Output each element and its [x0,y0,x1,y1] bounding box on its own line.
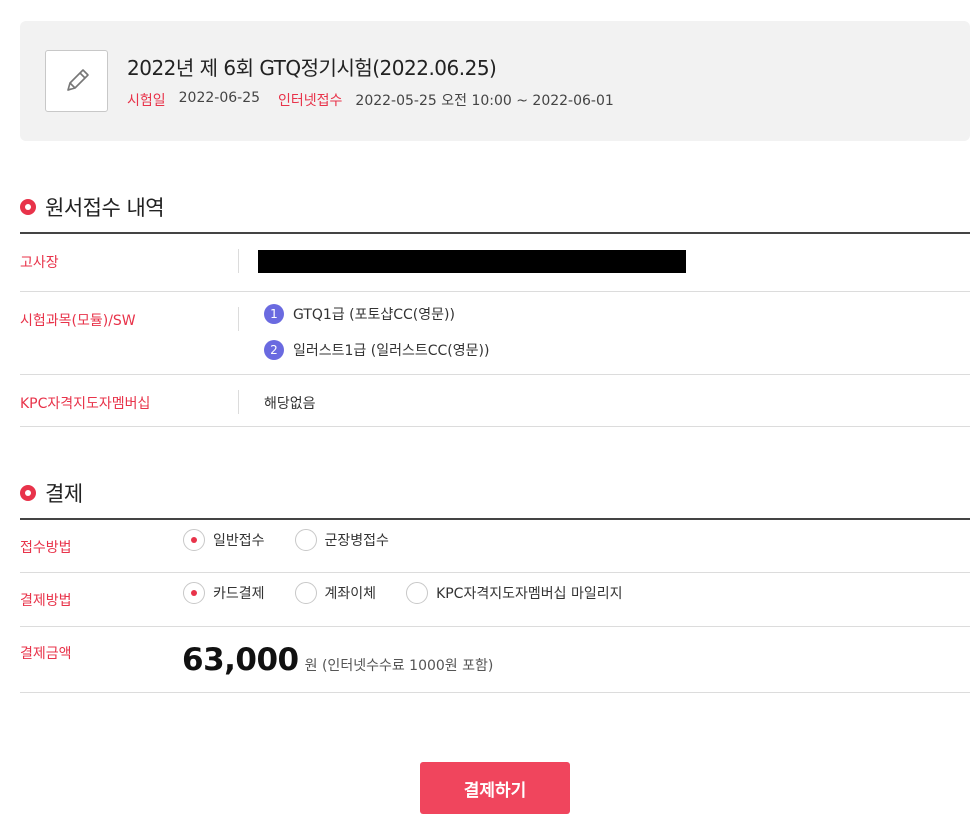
subject-name: 일러스트1급 (일러스트CC(영문)) [293,343,490,359]
pay-button[interactable]: 결제하기 [420,762,570,814]
column-divider [238,249,239,273]
venue-label: 고사장 [20,255,59,271]
payment-method-label: 결제방법 [20,593,72,609]
column-divider [238,390,239,414]
payment-section-title: 결제 [20,478,83,508]
receipt-option-military[interactable]: 군장병접수 [294,529,389,551]
option-label: 군장병접수 [324,533,389,549]
payment-option-transfer[interactable]: 계좌이체 [294,582,377,604]
receipt-method-options: 일반접수 군장병접수 [183,529,419,551]
bullet-icon [20,485,36,501]
radio-unchecked-icon[interactable] [294,529,317,551]
column-divider [238,307,239,331]
registration-label: 인터넷접수 [278,93,343,109]
exam-title: 2022년 제 6회 GTQ정기시험(2022.06.25) [127,56,497,80]
registration-period: 2022-05-25 오전 10:00 ~ 2022-06-01 [355,93,614,109]
radio-checked-icon[interactable] [183,582,205,604]
row-divider [20,626,970,627]
bullet-icon [20,199,36,215]
exam-date-value: 2022-06-25 [178,90,261,106]
application-section-title: 원서접수 내역 [20,192,165,222]
subject-label: 시험과목(모듈)/SW [20,313,136,329]
subject-item: 1 GTQ1급 (포토샵CC(영문)) [264,304,455,324]
amount-value: 63,000 [182,642,299,678]
subject-name: GTQ1급 (포토샵CC(영문)) [293,307,455,323]
exam-date-label: 시험일 [127,93,166,109]
row-divider [20,572,970,573]
amount-label: 결제금액 [20,646,72,662]
row-divider [20,426,970,427]
membership-value: 해당없음 [264,396,316,412]
radio-unchecked-icon[interactable] [406,582,429,604]
exam-info-box: 2022년 제 6회 GTQ정기시험(2022.06.25) 시험일 2022-… [20,21,970,141]
option-label: 계좌이체 [324,586,377,602]
radio-unchecked-icon[interactable] [294,582,317,604]
pencil-icon [45,50,108,112]
row-divider [20,374,970,375]
number-badge: 1 [264,304,284,324]
section-divider [20,518,970,520]
option-label: 일반접수 [213,533,265,549]
section-divider [20,232,970,234]
payment-option-mileage[interactable]: KPC자격지도자멤버십 마일리지 [406,582,622,604]
number-badge: 2 [264,340,284,360]
membership-label: KPC자격지도자멤버십 [20,396,151,412]
option-label: 카드결제 [213,586,265,602]
row-divider [20,692,970,693]
payment-option-card[interactable]: 카드결제 [183,582,265,604]
receipt-method-label: 접수방법 [20,540,72,556]
amount-unit: 원 (인터넷수수료 1000원 포함) [304,658,494,674]
row-divider [20,291,970,292]
application-section-label: 원서접수 내역 [45,196,165,220]
payment-method-options: 카드결제 계좌이체 KPC자격지도자멤버십 마일리지 [183,582,652,604]
subject-item: 2 일러스트1급 (일러스트CC(영문)) [264,340,489,360]
payment-amount: 63,000 원 (인터넷수수료 1000원 포함) [182,642,493,678]
exam-meta: 시험일 2022-06-25 인터넷접수 2022-05-25 오전 10:00… [127,90,632,110]
receipt-option-general[interactable]: 일반접수 [183,529,265,551]
option-label: KPC자격지도자멤버십 마일리지 [436,586,623,602]
payment-section-label: 결제 [45,482,83,506]
venue-value-redacted [258,250,686,273]
radio-checked-icon[interactable] [183,529,205,551]
